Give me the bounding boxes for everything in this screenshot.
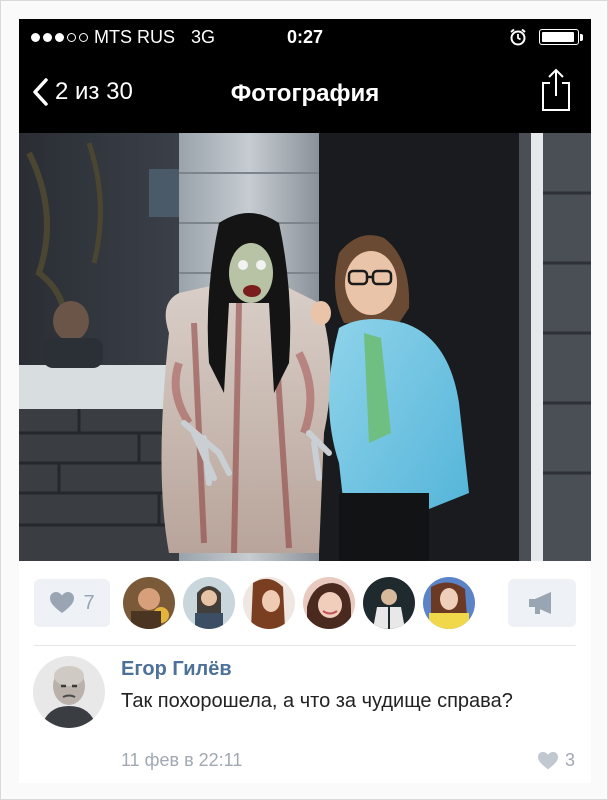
heart-icon — [50, 592, 75, 613]
like-button[interactable]: 7 — [34, 579, 110, 627]
liker-avatar-4[interactable] — [303, 577, 355, 629]
repost-button[interactable] — [508, 579, 576, 627]
comment: Егор Гилёв Так похорошела, а что за чуди… — [19, 646, 591, 783]
screenshot-frame: MTS RUS 3G 0:27 2 из 30 Фотография 7 Его… — [0, 0, 608, 800]
photo-image — [19, 133, 591, 561]
share-icon[interactable] — [539, 67, 573, 113]
liker-avatar-1[interactable] — [123, 577, 175, 629]
battery-icon — [539, 29, 583, 45]
comment-text: Так похорошела, а что за чудище справа? — [121, 690, 513, 712]
liker-avatar-5[interactable] — [363, 577, 415, 629]
comment-author-name[interactable]: Егор Гилёв — [121, 658, 232, 681]
navigation-bar: 2 из 30 Фотография — [19, 55, 591, 133]
likes-row: 7 — [19, 561, 591, 645]
status-bar: MTS RUS 3G 0:27 — [19, 19, 591, 55]
comment-like-count: 3 — [564, 750, 575, 770]
comment-author-avatar[interactable] — [33, 656, 105, 728]
liker-avatar-6[interactable] — [423, 577, 475, 629]
comment-like-button[interactable]: 3 — [537, 750, 575, 771]
comment-date: 11 фев в 22:11 — [121, 750, 243, 770]
status-time: 0:27 — [286, 27, 324, 47]
like-count: 7 — [83, 591, 95, 614]
page-title: Фотография — [230, 80, 380, 107]
megaphone-icon — [529, 592, 551, 614]
alarm-clock-icon — [510, 28, 526, 46]
liker-avatar-2[interactable] — [183, 577, 235, 629]
liker-avatars — [123, 577, 475, 629]
liker-avatar-3[interactable] — [243, 577, 295, 629]
phone-screen: MTS RUS 3G 0:27 2 из 30 Фотография 7 Его… — [19, 19, 591, 783]
heart-icon — [537, 751, 558, 769]
battery-level — [542, 32, 574, 42]
status-right — [509, 28, 583, 46]
photo[interactable] — [19, 133, 591, 561]
